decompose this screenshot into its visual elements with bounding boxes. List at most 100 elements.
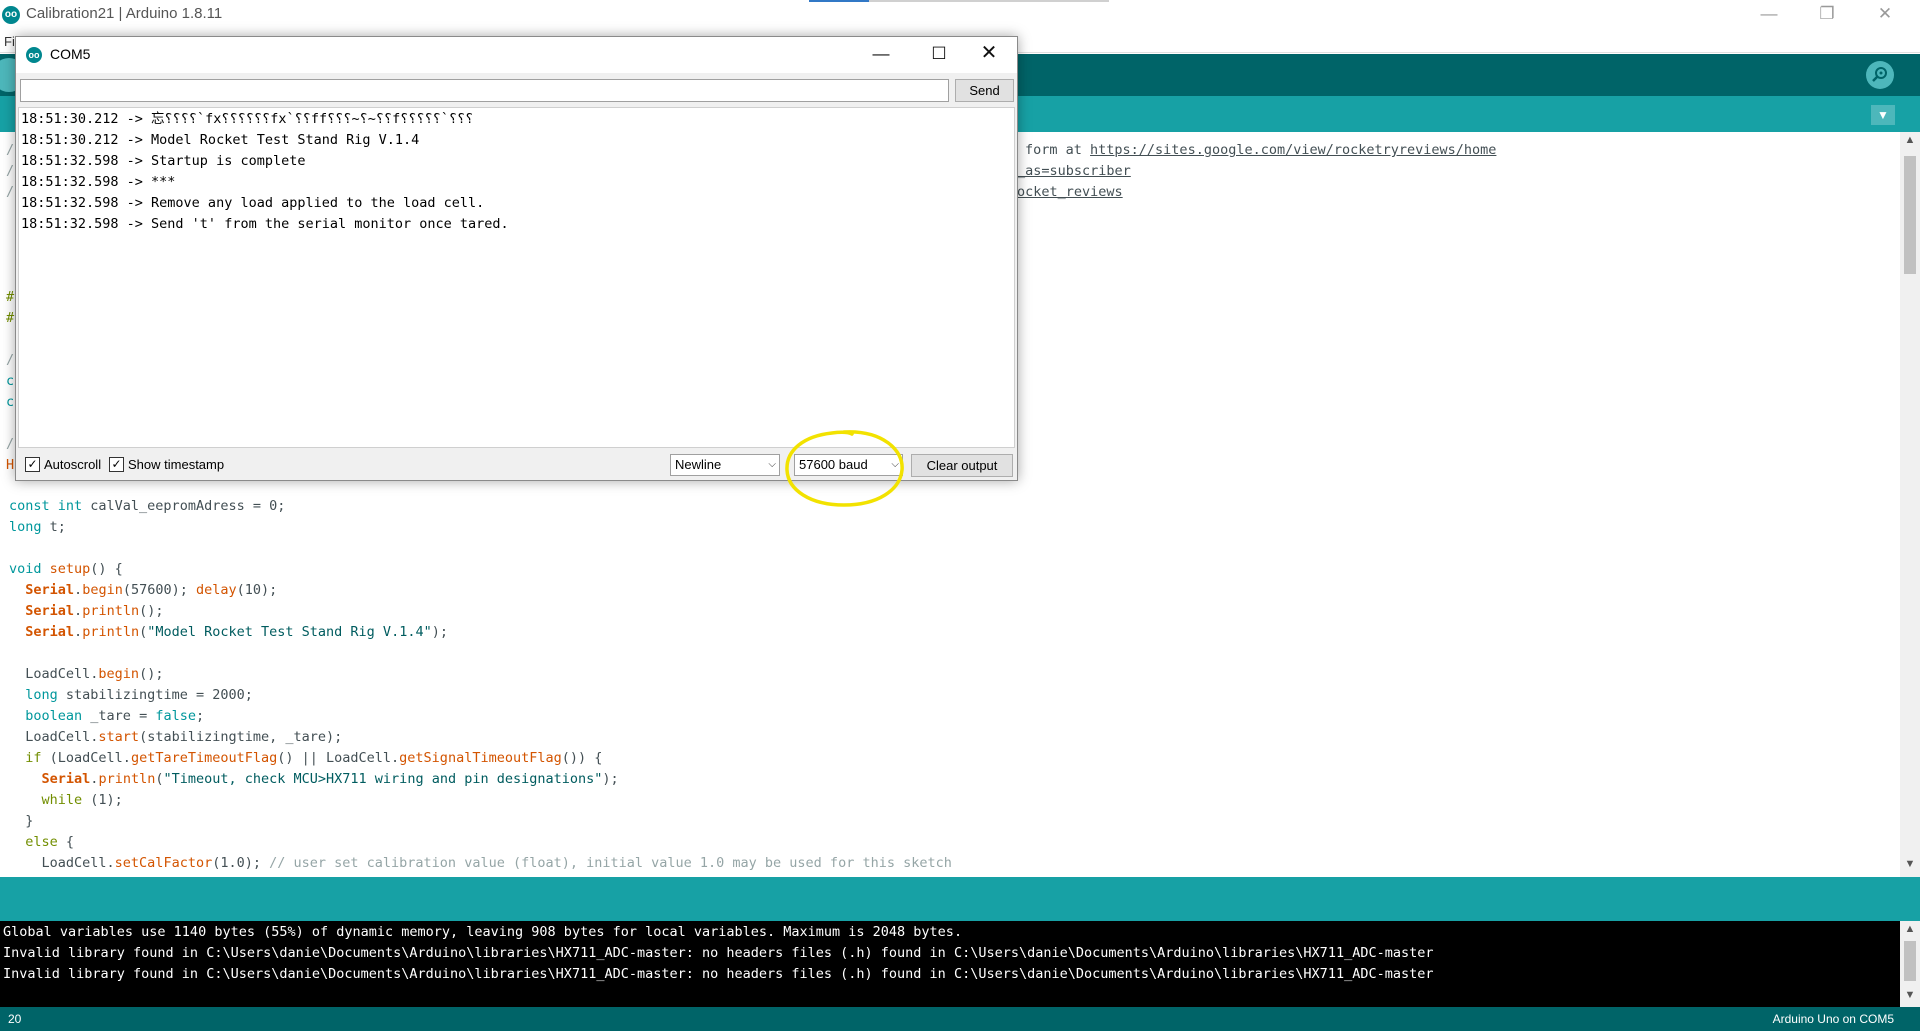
code-string: "Model Rocket Test Stand Rig V.1.4" xyxy=(147,624,432,640)
code-function: println xyxy=(82,624,140,640)
code-line: void setup() { xyxy=(9,559,123,580)
serial-output-line: 18:51:32.598 -> Startup is complete xyxy=(21,153,306,169)
console-line: Global variables use 1140 bytes (55%) of… xyxy=(3,924,963,940)
console-line: Invalid library found in C:\Users\danie\… xyxy=(3,966,1434,982)
message-bar xyxy=(0,877,1920,921)
serial-output-line: 18:51:32.598 -> *** xyxy=(21,174,176,190)
line-ending-value: Newline xyxy=(675,457,722,472)
code-text: LoadCell. xyxy=(25,729,99,745)
close-button[interactable]: ✕ xyxy=(1856,0,1914,30)
line-number: 20 xyxy=(8,1012,22,1026)
code-function: begin xyxy=(82,582,123,598)
console-output: Global variables use 1140 bytes (55%) of… xyxy=(0,921,1920,1007)
code-function: begin xyxy=(98,666,140,682)
console-scrollbar[interactable]: ▲ ▼ xyxy=(1900,921,1920,1007)
serial-output-line: 18:51:32.598 -> Send 't' from the serial… xyxy=(21,216,509,232)
edge-glyph: c xyxy=(6,373,15,389)
code-text: calVal_eepromAdress = 0; xyxy=(82,498,286,514)
subscribe-link[interactable]: _as=subscriber xyxy=(1017,161,1131,182)
scroll-up-arrow-icon[interactable]: ▲ xyxy=(1900,134,1920,148)
code-text: stabilizingtime = 2000; xyxy=(57,687,253,703)
board-port-status: Arduino Uno on COM5 xyxy=(1772,1012,1894,1026)
serial-output-area[interactable]: 18:51:30.212 -> 忘⸮⸮⸮⸮`fx⸮⸮⸮⸮⸮⸮fx`⸮⸮ff⸮⸮⸮… xyxy=(18,107,1015,448)
code-line: LoadCell.start(stabilizingtime, _tare); xyxy=(9,727,342,748)
close-button[interactable]: ✕ xyxy=(960,37,1018,72)
show-timestamp-checkbox[interactable]: ✓ xyxy=(109,457,124,472)
scroll-down-arrow-icon[interactable]: ▼ xyxy=(1900,858,1920,872)
serial-monitor-button[interactable] xyxy=(1866,61,1894,89)
serial-output-line: 18:51:30.212 -> Model Rocket Test Stand … xyxy=(21,132,420,148)
minimize-button[interactable]: — xyxy=(1740,0,1798,30)
code-keyword: if xyxy=(25,750,42,766)
baud-highlight-circle xyxy=(785,430,904,507)
code-line: else { xyxy=(9,832,74,853)
code-keyword: while xyxy=(41,792,83,808)
code-text: (10); xyxy=(236,582,278,598)
edge-glyph: / xyxy=(6,142,15,158)
code-keyword: void xyxy=(9,561,42,577)
header-comment-line: form at https://sites.google.com/view/ro… xyxy=(1025,140,1496,161)
code-string: "Timeout, check MCU>HX711 wiring and pin… xyxy=(163,771,603,787)
title-accent-highlight xyxy=(809,0,869,2)
code-function: setCalFactor xyxy=(114,855,213,871)
code-function: getSignalTimeoutFlag xyxy=(399,750,562,766)
code-line: } xyxy=(9,811,33,832)
console-scroll-thumb[interactable] xyxy=(1904,941,1916,981)
code-keyword: boolean xyxy=(25,708,83,724)
code-text: (); xyxy=(139,666,164,682)
edge-glyph: / xyxy=(6,163,15,179)
code-line: const int calVal_eepromAdress = 0; xyxy=(9,496,285,517)
code-text: { xyxy=(57,834,75,850)
send-button[interactable]: Send xyxy=(955,79,1014,102)
code-text: . xyxy=(74,624,83,640)
restore-button[interactable]: ❐ xyxy=(1798,0,1856,30)
code-text: (1.0); xyxy=(212,855,270,871)
console-line: Invalid library found in C:\Users\danie\… xyxy=(3,945,1434,961)
edge-glyph: / xyxy=(6,436,15,452)
comment-text: form at xyxy=(1025,142,1091,158)
code-keyword: long xyxy=(9,519,42,535)
serial-output-line: 18:51:30.212 -> 忘⸮⸮⸮⸮`fx⸮⸮⸮⸮⸮⸮fx`⸮⸮ff⸮⸮⸮… xyxy=(21,111,474,127)
serial-monitor-title-bar[interactable]: oo COM5 — ☐ ✕ xyxy=(16,37,1017,73)
code-text: ); xyxy=(602,771,619,787)
serial-send-input[interactable] xyxy=(20,79,949,102)
code-text: . xyxy=(74,603,83,619)
code-line: while (1); xyxy=(9,790,123,811)
magnifier-icon xyxy=(1872,67,1887,82)
editor-scroll-thumb[interactable] xyxy=(1904,156,1916,274)
code-text: } xyxy=(25,813,34,829)
status-bar: 20 Arduino Uno on COM5 xyxy=(0,1007,1920,1031)
scroll-up-arrow-icon[interactable]: ▲ xyxy=(1900,923,1920,937)
autoscroll-label[interactable]: Autoscroll xyxy=(44,457,101,472)
channel-link[interactable]: ocket_reviews xyxy=(1017,182,1123,203)
window-title: Calibration21 | Arduino 1.8.11 xyxy=(26,5,223,22)
code-object: Serial xyxy=(25,582,75,598)
code-text: t; xyxy=(41,519,66,535)
code-text: () || LoadCell. xyxy=(277,750,400,766)
scroll-down-arrow-icon[interactable]: ▼ xyxy=(1900,989,1920,1003)
menu-item-file[interactable]: Fi xyxy=(4,34,15,49)
clear-output-button[interactable]: Clear output xyxy=(911,454,1013,477)
code-keyword: false xyxy=(155,708,196,724)
edge-glyph: / xyxy=(6,352,15,368)
code-object: Serial xyxy=(25,603,75,619)
edge-glyph: / xyxy=(6,184,15,200)
code-text: ()) { xyxy=(561,750,603,766)
code-line: LoadCell.begin(); xyxy=(9,664,163,685)
minimize-button[interactable]: — xyxy=(852,37,910,72)
editor-scrollbar[interactable]: ▲ ▼ xyxy=(1900,132,1920,877)
code-line: Serial.println(); xyxy=(9,601,163,622)
line-ending-select[interactable]: Newline ⌵ xyxy=(670,454,780,476)
code-line: Serial.println("Timeout, check MCU>HX711… xyxy=(9,769,619,790)
edge-glyph: # xyxy=(6,310,15,326)
code-text: (stabilizingtime, _tare); xyxy=(139,729,343,745)
code-object: Serial xyxy=(25,624,75,640)
show-timestamp-label[interactable]: Show timestamp xyxy=(128,457,224,472)
website-link[interactable]: https://sites.google.com/view/rocketryre… xyxy=(1090,142,1496,158)
serial-monitor-window: oo COM5 — ☐ ✕ Send 18:51:30.212 -> 忘⸮⸮⸮⸮… xyxy=(15,36,1018,481)
code-function: println xyxy=(82,603,140,619)
tab-menu-button[interactable]: ▼ xyxy=(1871,105,1895,125)
code-keyword: long xyxy=(25,687,58,703)
autoscroll-checkbox[interactable]: ✓ xyxy=(25,457,40,472)
code-text: LoadCell. xyxy=(41,855,115,871)
